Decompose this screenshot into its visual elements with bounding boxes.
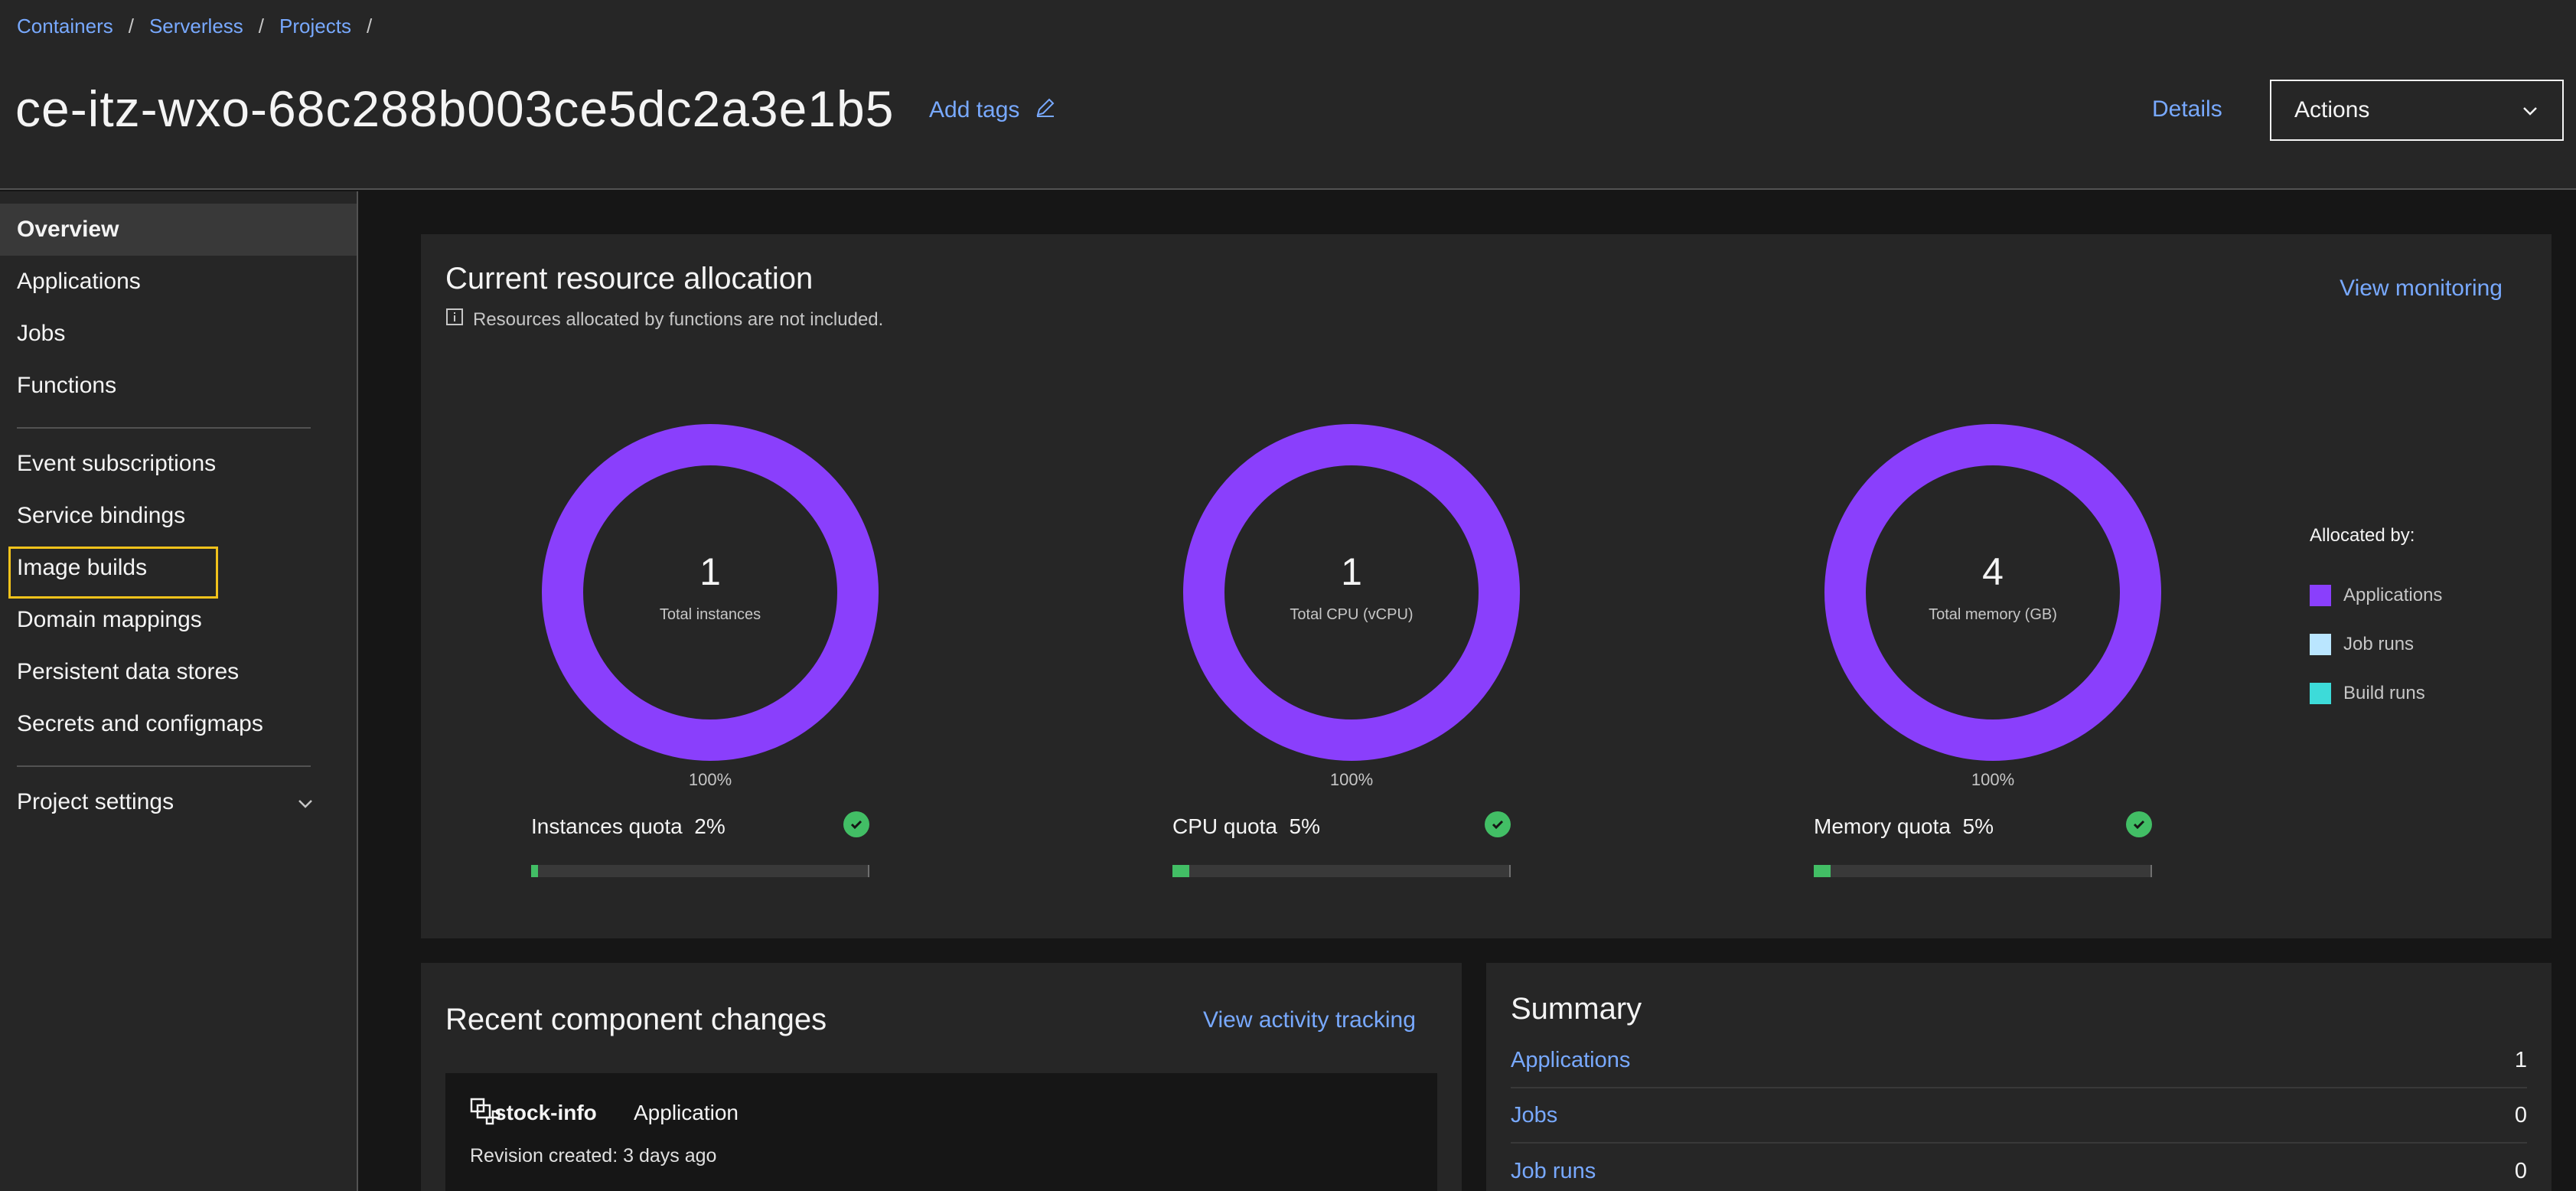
resource-note-text: Resources allocated by functions are not… — [473, 308, 884, 330]
donut-label: Total memory (GB) — [1929, 606, 2057, 623]
sidebar-divider — [17, 765, 311, 767]
sidebar-divider — [17, 427, 311, 429]
recent-changes-card: Recent component changes View activity t… — [421, 963, 1462, 1191]
donut-value: 1 — [1341, 550, 1362, 593]
breadcrumb-separator: / — [128, 14, 134, 38]
sidebar-item-service-bindings[interactable]: Service bindings — [0, 490, 357, 542]
summary-value: 0 — [2514, 1158, 2527, 1183]
donut-percent: 100% — [688, 770, 732, 789]
donut-label: Total instances — [659, 606, 761, 623]
quota-bar-fill — [1814, 865, 1831, 877]
quota-bar-fill — [531, 865, 538, 877]
summary-link-applications[interactable]: Applications — [1511, 1048, 1630, 1073]
component-name: stock-info — [494, 1101, 597, 1124]
card-title: Summary — [1511, 992, 1642, 1026]
chevron-down-icon — [2521, 97, 2539, 123]
revision-text: Revision created: 3 days ago — [470, 1145, 717, 1167]
actions-label: Actions — [2294, 97, 2370, 122]
breadcrumb-projects[interactable]: Projects — [279, 15, 351, 38]
summary-value: 1 — [2514, 1047, 2527, 1072]
summary-value: 0 — [2514, 1102, 2527, 1127]
sidebar-item-event-subscriptions[interactable]: Event subscriptions — [0, 438, 357, 490]
resource-allocation-card: Current resource allocation Resources al… — [421, 234, 2552, 938]
donut-label: Total CPU (vCPU) — [1290, 606, 1414, 623]
checkmark-icon — [2126, 811, 2152, 837]
focus-highlight — [8, 547, 218, 599]
legend-item-applications: Applications — [2310, 571, 2442, 620]
quota-percent: 2% — [694, 814, 726, 838]
summary-row-job-runs: Job runs 0 — [1511, 1144, 2527, 1191]
memory-donut-chart: 4 Total memory (GB) — [1824, 424, 2161, 761]
resource-note: Resources allocated by functions are not… — [445, 308, 883, 331]
project-settings-label: Project settings — [17, 789, 174, 814]
breadcrumb-serverless[interactable]: Serverless — [149, 15, 243, 38]
summary-row-applications: Applications 1 — [1511, 1033, 2527, 1088]
info-icon — [445, 308, 464, 331]
legend-swatch — [2310, 683, 2331, 704]
quota-percent: 5% — [1289, 814, 1320, 838]
sidebar-item-domain-mappings[interactable]: Domain mappings — [0, 594, 357, 646]
list-item[interactable]: stock-info Application Revision created:… — [445, 1073, 1437, 1191]
memory-quota-bar — [1814, 865, 2152, 877]
breadcrumb-separator: / — [366, 14, 373, 38]
details-link[interactable]: Details — [2152, 96, 2222, 122]
legend-label: Applications — [2343, 585, 2443, 605]
donut-percent: 100% — [1971, 770, 2015, 789]
sidebar-item-project-settings[interactable]: Project settings — [0, 776, 321, 828]
legend-title: Allocated by: — [2310, 525, 2415, 546]
chart-legend: Allocated by: Applications Job runs Buil… — [2310, 525, 2442, 718]
donut-value: 1 — [699, 550, 721, 593]
sidebar-item-overview[interactable]: Overview — [0, 204, 357, 256]
chevron-down-icon — [297, 789, 314, 815]
legend-label: Build runs — [2343, 683, 2425, 703]
cpu-quota-label: CPU quota 5% — [1172, 814, 1320, 839]
quota-label-text: CPU quota — [1172, 814, 1277, 838]
view-activity-tracking-link[interactable]: View activity tracking — [1203, 1007, 1416, 1033]
summary-link-job-runs[interactable]: Job runs — [1511, 1159, 1596, 1184]
legend-swatch — [2310, 585, 2331, 606]
sidebar: Overview Applications Jobs Functions Eve… — [0, 191, 358, 1191]
legend-item-build-runs: Build runs — [2310, 669, 2442, 718]
instances-quota-bar — [531, 865, 869, 877]
actions-dropdown[interactable]: Actions — [2270, 80, 2564, 141]
checkmark-icon — [843, 811, 869, 837]
instances-quota-label: Instances quota 2% — [531, 814, 726, 839]
legend-swatch — [2310, 634, 2331, 655]
sidebar-item-functions[interactable]: Functions — [0, 360, 357, 412]
add-tags-button[interactable]: Add tags — [929, 96, 1056, 124]
card-title: Current resource allocation — [445, 262, 814, 295]
component-type: Application — [634, 1101, 739, 1124]
quota-label-text: Instances quota — [531, 814, 683, 838]
card-title: Recent component changes — [445, 1003, 827, 1036]
quota-bar-fill — [1172, 865, 1189, 877]
sidebar-item-applications[interactable]: Applications — [0, 256, 357, 308]
quota-percent: 5% — [1962, 814, 1994, 838]
instances-donut-chart: 1 Total instances — [542, 424, 879, 761]
legend-item-job-runs: Job runs — [2310, 620, 2442, 669]
cpu-quota-bar — [1172, 865, 1511, 877]
cpu-donut-chart: 1 Total CPU (vCPU) — [1183, 424, 1520, 761]
edit-icon — [1035, 96, 1056, 124]
breadcrumb-containers[interactable]: Containers — [17, 15, 113, 38]
page-title: ce-itz-wxo-68c288b003ce5dc2a3e1b5 — [15, 80, 895, 137]
summary-card: Summary Applications 1 Jobs 0 Job runs 0 — [1486, 963, 2552, 1191]
donut-percent: 100% — [1329, 770, 1374, 789]
memory-quota-label: Memory quota 5% — [1814, 814, 1994, 839]
sidebar-item-secrets-configmaps[interactable]: Secrets and configmaps — [0, 698, 357, 750]
donut-value: 4 — [1982, 550, 2004, 593]
add-tags-label: Add tags — [929, 97, 1020, 122]
summary-row-jobs: Jobs 0 — [1511, 1088, 2527, 1144]
breadcrumb-separator: / — [258, 14, 265, 38]
legend-label: Job runs — [2343, 634, 2415, 654]
sidebar-item-persistent-data-stores[interactable]: Persistent data stores — [0, 646, 357, 698]
summary-link-jobs[interactable]: Jobs — [1511, 1103, 1557, 1128]
view-monitoring-link[interactable]: View monitoring — [2340, 276, 2503, 302]
quota-label-text: Memory quota — [1814, 814, 1951, 838]
sidebar-item-jobs[interactable]: Jobs — [0, 308, 357, 360]
page-header: Containers / Serverless / Projects / ce-… — [0, 0, 2576, 190]
breadcrumb: Containers / Serverless / Projects / — [17, 12, 387, 40]
checkmark-icon — [1485, 811, 1511, 837]
